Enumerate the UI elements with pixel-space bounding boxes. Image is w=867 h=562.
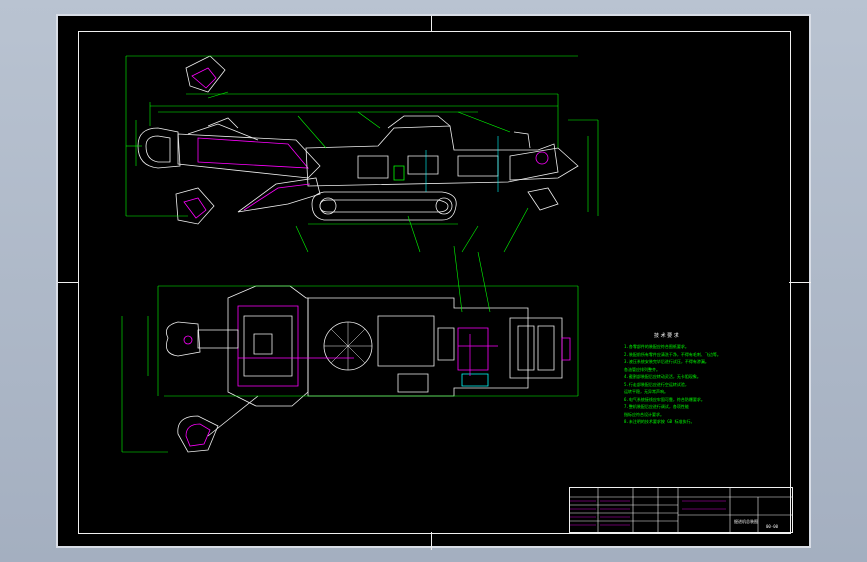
drawing-sheet: 技 术 要 求 1.各零部件的装配应符合图纸要求。 2.装配前所有零件应清洗干净… [56, 14, 811, 550]
note-line: 运转平稳，无异常声响。 [624, 389, 668, 394]
note-line: 6.电气系统接线应牢固可靠，符合防爆要求。 [624, 396, 705, 402]
side-view [125, 55, 599, 253]
top-view [121, 245, 579, 453]
title-block [569, 487, 793, 533]
note-line: 指标应符合设计要求。 [624, 411, 664, 417]
drawing-code: 00-00 [766, 524, 779, 529]
note-line: 4.截割部装配后应转动灵活，无卡阻现象。 [624, 374, 701, 379]
drawing-name: 掘进机总装图 [734, 519, 758, 524]
note-line: 7.整机装配后应进行调试，各项性能 [624, 404, 689, 409]
note-line: 3.液压系统安装完毕后进行试压，不得有渗漏。 [624, 359, 709, 364]
note-line: 8.未注明的技术要求按 GB 标准执行。 [624, 419, 695, 424]
note-line: 各油管应排列整齐。 [624, 366, 660, 372]
cad-drawing-canvas [121, 55, 793, 533]
technical-requirements: 技 术 要 求 1.各零部件的装配应符合图纸要求。 2.装配前所有零件应清洗干净… [624, 332, 754, 426]
note-line: 1.各零部件的装配应符合图纸要求。 [624, 344, 689, 349]
note-line: 5.行走部装配后应进行空运转试验， [624, 381, 689, 387]
notes-title: 技 术 要 求 [654, 333, 679, 339]
note-line: 2.装配前所有零件应清洗干净，不得有毛刺、飞边等。 [624, 351, 721, 357]
